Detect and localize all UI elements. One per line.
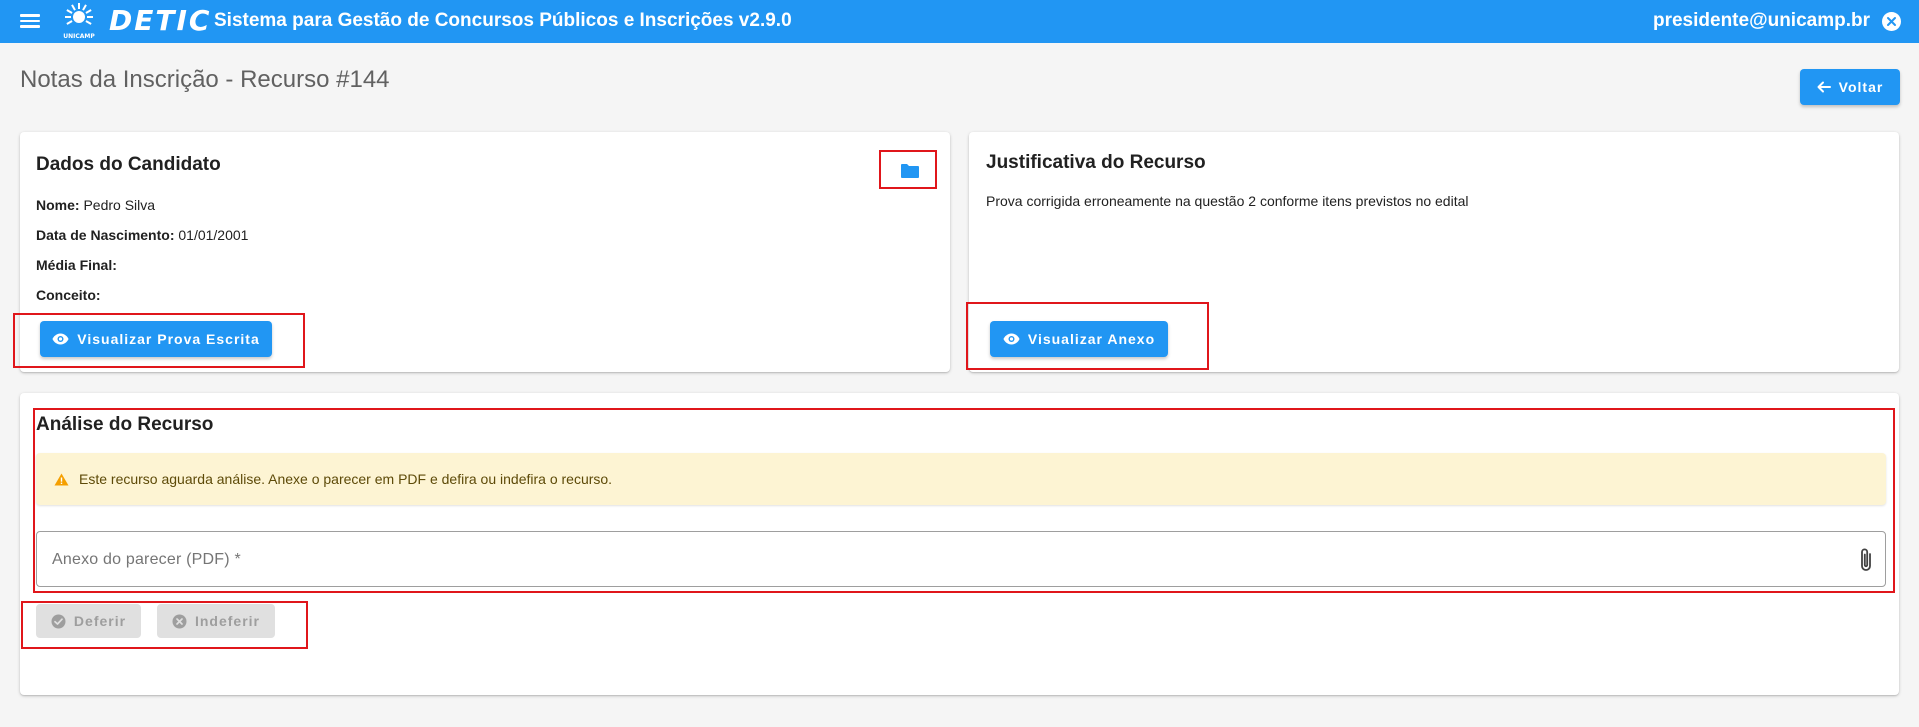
- field-conceito: Conceito:: [36, 287, 101, 303]
- brand-name: DETIC: [109, 4, 212, 37]
- alert-text: Este recurso aguarda análise. Anexe o pa…: [79, 471, 613, 487]
- warning-icon: [54, 473, 69, 485]
- field-label: Data de Nascimento:: [36, 227, 175, 243]
- candidate-card: Dados do Candidato Nome: Pedro Silva Dat…: [20, 132, 950, 372]
- unicamp-logo: UNICAMP: [63, 3, 95, 40]
- arrow-left-icon: [1817, 81, 1831, 93]
- field-data-nascimento: Data de Nascimento: 01/01/2001: [36, 227, 248, 243]
- view-exam-button[interactable]: Visualizar Prova Escrita: [40, 321, 272, 357]
- eye-icon: [1003, 333, 1020, 345]
- menu-icon[interactable]: [18, 11, 42, 31]
- field-value: 01/01/2001: [178, 227, 249, 243]
- justification-text: Prova corrigida erroneamente na questão …: [986, 193, 1469, 209]
- file-input-placeholder: Anexo do parecer (PDF) *: [52, 551, 241, 568]
- field-media-final: Média Final:: [36, 257, 117, 273]
- field-value: Pedro Silva: [83, 197, 156, 213]
- back-button[interactable]: Voltar: [1800, 69, 1900, 105]
- analysis-alert: Este recurso aguarda análise. Anexe o pa…: [36, 453, 1886, 505]
- approve-button[interactable]: Deferir: [36, 604, 141, 638]
- justification-card-title: Justificativa do Recurso: [986, 152, 1206, 173]
- reject-button[interactable]: Indeferir: [157, 604, 275, 638]
- field-label: Nome:: [36, 197, 80, 213]
- close-icon[interactable]: [1882, 12, 1901, 31]
- view-attachment-label: Visualizar Anexo: [1027, 331, 1156, 347]
- view-attachment-button[interactable]: Visualizar Anexo: [990, 321, 1168, 357]
- close-circle-icon: [172, 614, 187, 628]
- reject-label: Indeferir: [194, 613, 260, 629]
- opinion-file-input[interactable]: Anexo do parecer (PDF) *: [36, 531, 1886, 587]
- approve-label: Deferir: [73, 613, 127, 629]
- candidate-card-title: Dados do Candidato: [36, 154, 221, 175]
- view-exam-label: Visualizar Prova Escrita: [77, 331, 260, 347]
- page-title: Notas da Inscrição - Recurso #144: [20, 66, 390, 93]
- folder-icon[interactable]: [900, 163, 920, 179]
- analysis-card-title: Análise do Recurso: [36, 414, 214, 435]
- user-email[interactable]: presidente@unicamp.br: [1653, 10, 1870, 32]
- logo-caption: UNICAMP: [63, 33, 95, 40]
- app-bar: UNICAMP DETIC Sistema para Gestão de Con…: [0, 0, 1919, 43]
- analysis-card: Análise do Recurso Este recurso aguarda …: [20, 393, 1899, 695]
- check-circle-icon: [51, 614, 66, 628]
- field-label: Média Final:: [36, 257, 117, 273]
- field-nome: Nome: Pedro Silva: [36, 197, 155, 213]
- eye-icon: [52, 333, 69, 345]
- field-label: Conceito:: [36, 287, 101, 303]
- paperclip-icon[interactable]: [1859, 547, 1873, 573]
- back-button-label: Voltar: [1838, 79, 1884, 95]
- app-title: Sistema para Gestão de Concursos Público…: [214, 10, 792, 31]
- justification-card: Justificativa do Recurso Prova corrigida…: [969, 132, 1899, 372]
